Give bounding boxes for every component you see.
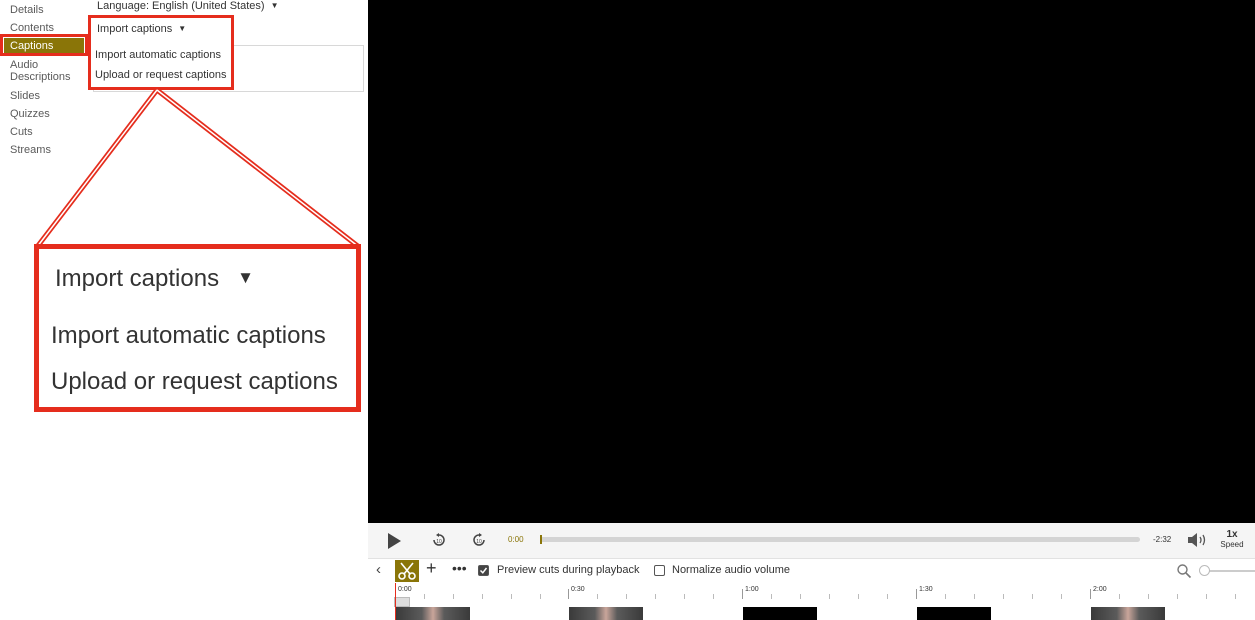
playhead[interactable] — [395, 583, 396, 620]
timeline-tick — [800, 594, 801, 599]
timeline-tick — [1148, 594, 1149, 599]
timeline-tick — [1235, 594, 1236, 599]
timeline-tick — [1032, 594, 1033, 599]
timeline-thumbnail — [743, 607, 817, 620]
timeline-label-0: 0:00 — [398, 586, 412, 593]
seek-bar-fill — [540, 535, 542, 544]
timeline-tick — [1206, 594, 1207, 599]
speed-control[interactable]: 1x Speed — [1219, 529, 1245, 549]
timeline-tick — [713, 594, 714, 599]
speed-value: 1x — [1226, 529, 1238, 540]
timeline-tick — [684, 594, 685, 599]
preview-cuts-label: Preview cuts during playback — [497, 564, 640, 576]
normalize-audio-checkbox[interactable] — [654, 565, 665, 576]
play-icon[interactable] — [388, 533, 401, 549]
more-icon[interactable]: ••• — [452, 560, 467, 576]
import-captions-button-zoomed[interactable]: Import captions ▼ — [55, 265, 254, 293]
zoom-icon[interactable] — [1176, 563, 1192, 579]
video-viewport[interactable] — [368, 0, 1255, 523]
player-controls: 10 10 0:00 -2:32 1x Speed — [368, 523, 1255, 558]
timeline-label-3: 1:30 — [919, 586, 933, 593]
timeline-tick — [1003, 594, 1004, 599]
timeline-tick — [742, 589, 743, 599]
timeline-tick — [858, 594, 859, 599]
skip-back-icon[interactable]: 10 — [431, 532, 447, 548]
timeline-tick — [453, 594, 454, 599]
timeline-tick — [597, 594, 598, 599]
timeline-thumbnail — [917, 607, 991, 620]
timeline-label-4: 2:00 — [1093, 586, 1107, 593]
callout-connector — [35, 88, 361, 249]
skip-forward-icon[interactable]: 10 — [471, 532, 487, 548]
timeline-tick — [916, 589, 917, 599]
timeline-tick — [945, 594, 946, 599]
scissors-icon[interactable] — [395, 560, 419, 582]
chevron-left-icon[interactable]: ‹ — [376, 561, 381, 578]
timeline-tick — [568, 589, 569, 599]
timeline-tick — [1177, 594, 1178, 599]
current-time: 0:00 — [508, 535, 524, 544]
timeline-tick — [1119, 594, 1120, 599]
preview-cuts-checkbox[interactable] — [478, 565, 489, 576]
timeline-tick — [829, 594, 830, 599]
timeline-tick — [511, 594, 512, 599]
volume-icon[interactable] — [1186, 532, 1208, 548]
zoom-slider-handle[interactable] — [1199, 565, 1210, 576]
timeline-tick — [887, 594, 888, 599]
timeline-tick — [1090, 589, 1091, 599]
chevron-down-icon: ▼ — [237, 268, 254, 287]
timeline-tick — [1061, 594, 1062, 599]
timeline-thumbnail — [396, 607, 470, 620]
timeline-thumbnail — [569, 607, 643, 620]
menu-item-import-automatic-zoomed[interactable]: Import automatic captions — [51, 322, 326, 350]
timeline[interactable]: 0:00 0:30 1:00 1:30 2:00 — [368, 583, 1255, 620]
seek-bar[interactable] — [540, 535, 1140, 544]
playhead-handle[interactable] — [394, 597, 410, 607]
speed-label: Speed — [1220, 540, 1244, 549]
import-captions-button-label-zoomed: Import captions — [55, 265, 220, 292]
timeline-tick — [540, 594, 541, 599]
timeline-tick — [974, 594, 975, 599]
timeline-thumbnail — [1091, 607, 1165, 620]
timeline-tick — [771, 594, 772, 599]
remaining-time: -2:32 — [1153, 535, 1172, 544]
skip-back-seconds: 10 — [436, 539, 442, 545]
editor-toolbar: ‹ + ••• Preview cuts during playback Nor… — [368, 558, 1255, 583]
timeline-tick — [626, 594, 627, 599]
timeline-label-2: 1:00 — [745, 586, 759, 593]
skip-forward-seconds: 10 — [476, 539, 482, 545]
menu-item-upload-request-zoomed[interactable]: Upload or request captions — [51, 368, 338, 396]
timeline-label-1: 0:30 — [571, 586, 585, 593]
add-icon[interactable]: + — [426, 558, 437, 579]
timeline-tick — [424, 594, 425, 599]
timeline-tick — [655, 594, 656, 599]
import-captions-dropdown-zoomed: Import captions ▼ Import automatic captio… — [34, 244, 361, 412]
checkmark-icon — [479, 567, 488, 574]
normalize-audio-label: Normalize audio volume — [672, 564, 790, 576]
timeline-tick — [482, 594, 483, 599]
